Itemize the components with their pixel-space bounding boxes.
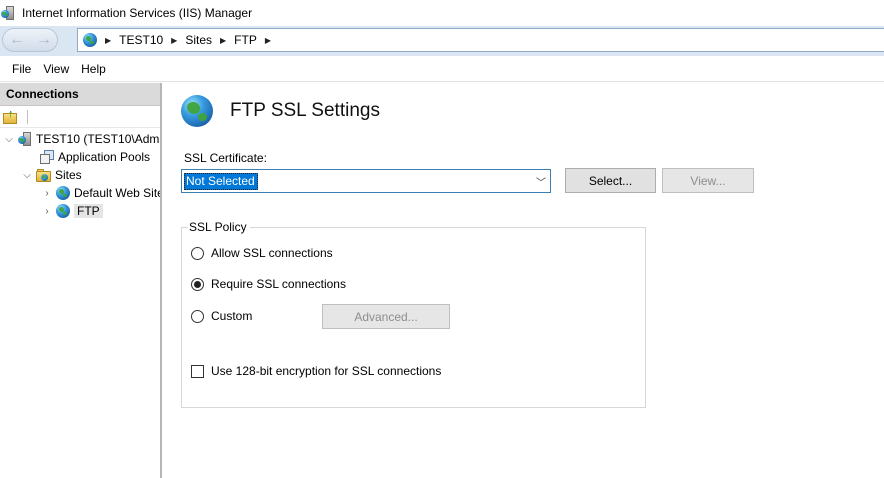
tree-item-label: Default Web Site [74,186,162,200]
menu-help[interactable]: Help [77,62,114,76]
globe-icon [56,186,70,200]
require-ssl-label: Require SSL connections [211,277,346,291]
custom-label: Custom [211,309,253,323]
tree-item-application-pools[interactable]: Application Pools [40,148,150,166]
custom-option[interactable]: Custom [191,309,252,323]
tree-item-label: TEST10 (TEST10\Administrator) [36,132,162,146]
page-title: FTP SSL Settings [230,100,380,121]
chevron-right-icon[interactable]: ▶ [105,36,111,45]
allow-ssl-radio[interactable] [191,246,204,260]
server-icon [18,132,32,146]
encryption-checkbox[interactable] [191,364,204,378]
menu-view[interactable]: View [39,62,77,76]
tree-item-label: FTP [74,204,103,218]
ssl-certificate-value: Not Selected [184,172,258,190]
chevron-right-icon[interactable]: ▶ [220,36,226,45]
require-ssl-radio[interactable] [191,277,204,291]
page-header: FTP SSL Settings [181,95,380,127]
allow-ssl-option[interactable]: Allow SSL connections [191,246,333,260]
tree-item-ftp[interactable]: › FTP [42,202,103,220]
globe-icon [181,95,213,127]
back-arrow-icon[interactable]: ← [6,31,28,49]
chevron-right-icon[interactable]: › [42,188,52,199]
globe-icon [56,204,70,218]
app-pool-icon [40,150,54,164]
menu-file[interactable]: File [0,62,39,76]
chevron-down-icon[interactable]: ﹀ [536,174,546,189]
globe-icon [83,33,97,47]
chevron-right-icon[interactable]: ▶ [171,36,177,45]
connect-icon[interactable]: ↑ [3,108,19,125]
ssl-certificate-select[interactable]: Not Selected ﹀ [181,169,551,193]
chevron-right-icon[interactable]: ▶ [265,36,271,45]
tree-item-default-web-site[interactable]: › Default Web Site [42,184,162,202]
menu-bar: File View Help [0,56,884,82]
tree-item-server[interactable]: ⌵ TEST10 (TEST10\Administrator) [4,130,162,148]
require-ssl-option[interactable]: Require SSL connections [191,277,346,291]
toolbar-divider [27,109,28,124]
address-bar[interactable]: ▶ TEST10 ▶ Sites ▶ FTP ▶ [77,28,884,52]
select-button[interactable]: Select... [565,168,656,193]
connections-toolbar: ↑ [0,106,160,128]
breadcrumb-sites[interactable]: Sites [185,33,212,47]
title-bar: Internet Information Services (IIS) Mana… [0,0,884,26]
tree-item-label: Sites [55,168,82,182]
chevron-right-icon[interactable]: › [42,206,52,217]
breadcrumb-ftp[interactable]: FTP [234,33,257,47]
ssl-policy-legend: SSL Policy [188,220,250,234]
iis-manager-icon [1,5,17,21]
chevron-down-icon[interactable]: ⌵ [4,134,14,145]
chevron-down-icon[interactable]: ⌵ [22,170,32,181]
sites-folder-icon [36,168,51,182]
nav-buttons: ← → [2,28,58,52]
custom-radio[interactable] [191,309,204,323]
main-content: FTP SSL Settings SSL Certificate: Not Se… [170,83,884,478]
advanced-button[interactable]: Advanced... [322,304,450,329]
connections-header: Connections [0,83,160,106]
view-button[interactable]: View... [662,168,754,193]
encryption-option[interactable]: Use 128-bit encryption for SSL connectio… [191,364,441,378]
connections-pane: Connections ↑ ⌵ TEST10 (TEST10\Administr… [0,83,162,478]
breadcrumb-test10[interactable]: TEST10 [119,33,163,47]
window-title: Internet Information Services (IIS) Mana… [22,6,253,20]
ssl-certificate-label: SSL Certificate: [184,151,267,165]
tree-item-label: Application Pools [58,150,151,164]
encryption-label: Use 128-bit encryption for SSL connectio… [211,364,442,378]
address-bar-row: ← → ▶ TEST10 ▶ Sites ▶ FTP ▶ [0,26,884,56]
forward-arrow-icon[interactable]: → [33,31,55,49]
tree-item-sites[interactable]: ⌵ Sites [22,166,82,184]
allow-ssl-label: Allow SSL connections [211,246,333,260]
